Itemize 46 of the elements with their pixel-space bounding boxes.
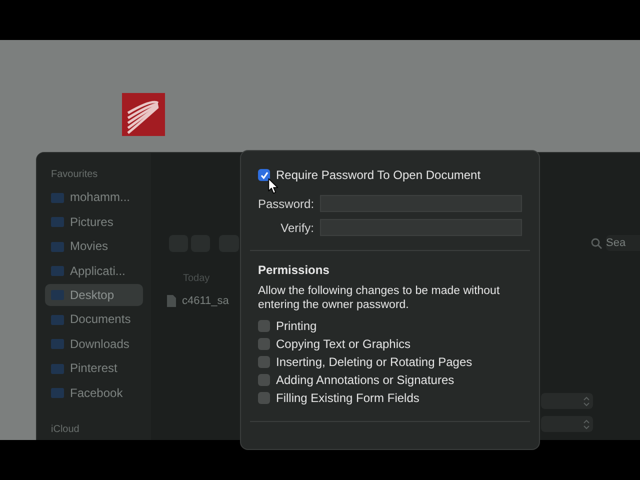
folder-icon: [51, 265, 64, 276]
checkbox-label: Adding Annotations or Signatures: [276, 373, 454, 387]
checkbox[interactable]: [258, 338, 270, 350]
folder-icon: [51, 192, 64, 203]
sidebar-item[interactable]: Pinterest: [45, 357, 143, 380]
chevron-icon: [583, 396, 590, 406]
sidebar-item[interactable]: Facebook: [45, 382, 143, 404]
checkbox[interactable]: [258, 356, 270, 368]
folder-icon: [51, 362, 64, 374]
sidebar-item[interactable]: Downloads: [45, 332, 143, 356]
sidebar-item[interactable]: Documents: [45, 308, 143, 331]
sidebar-item[interactable]: Movies: [45, 234, 143, 258]
sidebar-item[interactable]: Desktop: [45, 284, 143, 306]
checkbox-label: Printing: [276, 319, 317, 333]
document-icon: [167, 295, 176, 307]
folder-icon: [51, 216, 64, 228]
folder-icon: [51, 387, 64, 398]
sidebar-heading: Favourites: [50, 169, 99, 180]
logo-icon: [122, 93, 165, 136]
checkbox[interactable]: [258, 374, 270, 386]
field-label: Password:: [258, 196, 314, 210]
checkbox[interactable]: [258, 169, 270, 181]
description-text: Allow the following changes to be made without entering the owner password.: [258, 284, 501, 312]
sidebar-item[interactable]: Pictures: [45, 210, 143, 233]
file-name: c4611_sa: [182, 295, 229, 307]
search-icon: [591, 238, 602, 248]
folder-icon: [51, 240, 64, 252]
field-label: Verify:: [280, 220, 314, 234]
cursor-icon: [268, 178, 279, 195]
checkbox-label: Inserting, Deleting or Rotating Pages: [276, 355, 472, 369]
checkbox-label: Copying Text or Graphics: [276, 337, 411, 351]
checkbox[interactable]: [258, 320, 270, 332]
section-heading: Permissions: [258, 263, 330, 277]
sidebar-heading: iCloud: [50, 424, 80, 435]
sidebar-item[interactable]: mohamm...: [45, 186, 143, 208]
sidebar-item[interactable]: Applicati...: [45, 259, 143, 282]
folder-icon: [51, 338, 64, 350]
checkbox[interactable]: [258, 392, 270, 404]
dropdown[interactable]: [541, 393, 593, 409]
checkbox-label: Require Password To Open Document: [276, 168, 481, 182]
column-view-button[interactable]: [219, 235, 239, 252]
search-field[interactable]: Sea: [606, 235, 640, 251]
chevron-icon: [583, 418, 590, 430]
checkbox-label: Filling Existing Form Fields: [276, 391, 420, 405]
folder-icon: [51, 314, 64, 325]
dropdown[interactable]: [541, 416, 593, 432]
